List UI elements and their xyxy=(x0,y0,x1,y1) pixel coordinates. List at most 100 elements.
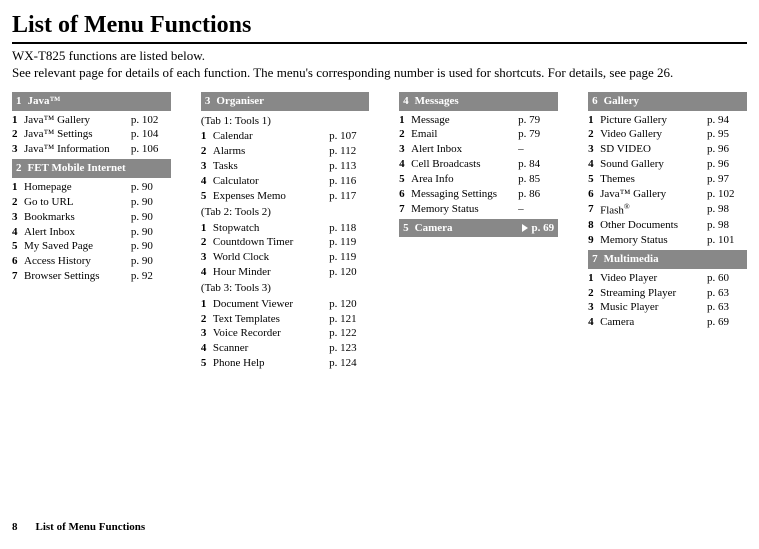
columns: 1 Java™ 1Java™ Galleryp. 1022Java™ Setti… xyxy=(12,90,747,371)
page: List of Menu Functions WX-T825 functions… xyxy=(0,0,759,549)
item-number: 4 xyxy=(201,341,213,356)
item-name: Themes xyxy=(600,172,707,187)
item-name: Alert Inbox xyxy=(411,142,518,157)
footer-page-number: 8 xyxy=(12,521,18,535)
list-item: 6Access Historyp. 90 xyxy=(12,254,171,269)
list-item: 3World Clockp. 119 xyxy=(201,250,369,265)
list-item: 1Messagep. 79 xyxy=(399,113,558,128)
item-page: p. 119 xyxy=(329,235,369,250)
list-item: 4Sound Galleryp. 96 xyxy=(588,157,747,172)
item-number: 6 xyxy=(12,254,24,269)
item-name: Camera xyxy=(600,315,707,330)
item-name: Video Gallery xyxy=(600,127,707,142)
item-number: 1 xyxy=(12,180,24,195)
item-page: p. 121 xyxy=(329,312,369,327)
section-title: Camera xyxy=(415,221,453,236)
list-item: 2Go to URLp. 90 xyxy=(12,195,171,210)
column-1: 1 Java™ 1Java™ Galleryp. 1022Java™ Setti… xyxy=(12,90,171,371)
item-page: p. 116 xyxy=(329,174,369,189)
item-page: p. 79 xyxy=(518,113,558,128)
list-item: 4Calculatorp. 116 xyxy=(201,174,369,189)
item-number: 1 xyxy=(201,221,213,236)
arrow-right-icon xyxy=(522,224,528,232)
item-number: 3 xyxy=(12,142,24,157)
item-name: Alert Inbox xyxy=(24,225,131,240)
item-name: Homepage xyxy=(24,180,131,195)
item-name: Streaming Player xyxy=(600,286,707,301)
item-page: p. 97 xyxy=(707,172,747,187)
list-item: 3Music Playerp. 63 xyxy=(588,300,747,315)
item-name: Scanner xyxy=(213,341,329,356)
section-title: Organiser xyxy=(216,94,264,109)
item-name: Video Player xyxy=(600,271,707,286)
item-number: 7 xyxy=(588,202,600,219)
list-item: 3SD VIDEOp. 96 xyxy=(588,142,747,157)
list-item: 9Memory Statusp. 101 xyxy=(588,233,747,248)
item-name: Voice Recorder xyxy=(213,326,329,341)
list-item: 2Emailp. 79 xyxy=(399,127,558,142)
item-page: p. 98 xyxy=(707,202,747,219)
item-number: 6 xyxy=(588,187,600,202)
item-number: 2 xyxy=(201,144,213,159)
item-name: Stopwatch xyxy=(213,221,329,236)
list-item: 7Memory Status– xyxy=(399,202,558,217)
list-gallery: 1Picture Galleryp. 942Video Galleryp. 95… xyxy=(588,113,747,248)
item-name: Messaging Settings xyxy=(411,187,518,202)
item-page: p. 90 xyxy=(131,180,171,195)
item-number: 1 xyxy=(201,129,213,144)
item-number: 2 xyxy=(399,127,411,142)
item-name: Text Templates xyxy=(213,312,329,327)
list-item: 3Tasksp. 113 xyxy=(201,159,369,174)
section-title: Java™ xyxy=(28,94,61,109)
item-name: Document Viewer xyxy=(213,297,329,312)
section-num: 2 xyxy=(16,161,22,176)
section-num: 3 xyxy=(205,94,211,109)
section-head-messages: 4 Messages xyxy=(399,92,558,111)
item-number: 5 xyxy=(12,239,24,254)
item-page: p. 106 xyxy=(131,142,171,157)
list-item: 2Text Templatesp. 121 xyxy=(201,312,369,327)
item-number: 2 xyxy=(201,312,213,327)
column-2: 3 Organiser (Tab 1: Tools 1) 1Calendarp.… xyxy=(201,90,369,371)
list-item: 7Flash®p. 98 xyxy=(588,202,747,219)
list-item: 3Java™ Informationp. 106 xyxy=(12,142,171,157)
item-page: p. 122 xyxy=(329,326,369,341)
item-page: p. 84 xyxy=(518,157,558,172)
item-page: p. 60 xyxy=(707,271,747,286)
item-name: Hour Minder xyxy=(213,265,329,280)
section-title: Multimedia xyxy=(604,252,659,267)
item-name: Email xyxy=(411,127,518,142)
list-item: 5Expenses Memop. 117 xyxy=(201,189,369,204)
item-name: Message xyxy=(411,113,518,128)
item-page: p. 107 xyxy=(329,129,369,144)
item-page: p. 120 xyxy=(329,297,369,312)
item-page: p. 69 xyxy=(707,315,747,330)
item-name: Music Player xyxy=(600,300,707,315)
item-number: 1 xyxy=(399,113,411,128)
item-number: 6 xyxy=(399,187,411,202)
item-number: 3 xyxy=(12,210,24,225)
item-page: p. 123 xyxy=(329,341,369,356)
item-page: p. 102 xyxy=(707,187,747,202)
intro-line-1: WX-T825 functions are listed below. xyxy=(12,48,205,63)
list-item: 1Calendarp. 107 xyxy=(201,129,369,144)
item-page: – xyxy=(518,142,558,157)
item-page: p. 90 xyxy=(131,210,171,225)
item-name: World Clock xyxy=(213,250,329,265)
list-item: 3Voice Recorderp. 122 xyxy=(201,326,369,341)
list-item: 2Alarmsp. 112 xyxy=(201,144,369,159)
item-name: Java™ Gallery xyxy=(600,187,707,202)
intro-text: WX-T825 functions are listed below. See … xyxy=(12,48,747,82)
item-number: 5 xyxy=(201,189,213,204)
item-page: – xyxy=(518,202,558,217)
item-page: p. 104 xyxy=(131,127,171,142)
list-item: 6Java™ Galleryp. 102 xyxy=(588,187,747,202)
list-item: 3Bookmarksp. 90 xyxy=(12,210,171,225)
list-organiser-tab2: 1Stopwatchp. 1182Countdown Timerp. 1193W… xyxy=(201,221,369,280)
item-name: Alarms xyxy=(213,144,329,159)
list-item: 5My Saved Pagep. 90 xyxy=(12,239,171,254)
item-page: p. 120 xyxy=(329,265,369,280)
item-number: 7 xyxy=(399,202,411,217)
section-page-ref: p. 69 xyxy=(531,221,554,236)
list-item: 4Alert Inboxp. 90 xyxy=(12,225,171,240)
